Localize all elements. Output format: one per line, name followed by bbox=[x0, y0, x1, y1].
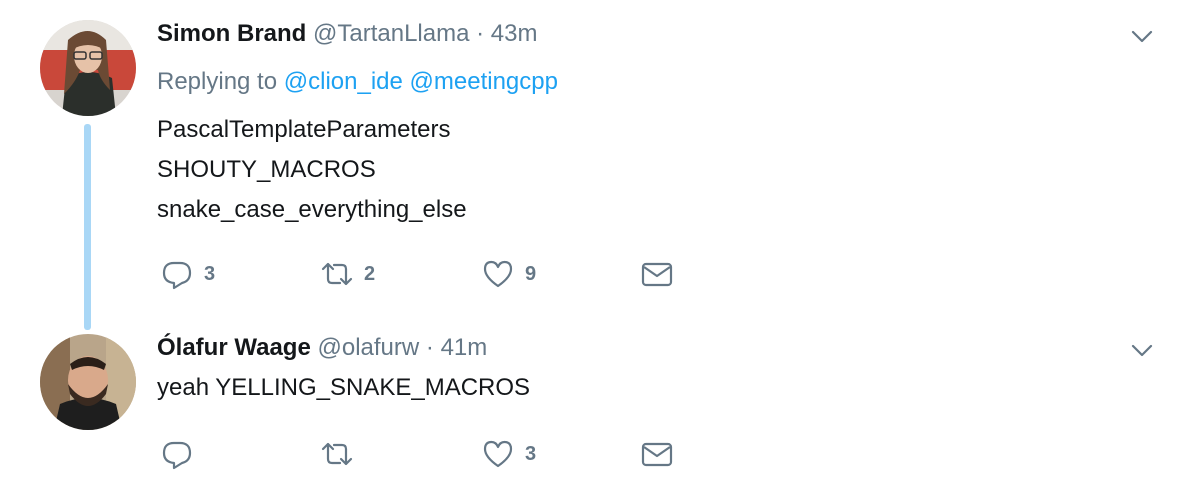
timestamp[interactable]: 43m bbox=[491, 20, 538, 47]
heart-icon bbox=[483, 440, 513, 468]
tweet-header: Simon Brand @TartanLlama · 43m bbox=[157, 18, 537, 50]
avatar[interactable] bbox=[40, 20, 136, 116]
separator: · bbox=[425, 334, 434, 361]
avatar[interactable] bbox=[40, 334, 136, 430]
like-button[interactable]: 9 bbox=[481, 256, 536, 292]
envelope-icon bbox=[641, 262, 673, 287]
retweet-count: 2 bbox=[364, 263, 376, 285]
like-count: 3 bbox=[525, 443, 537, 465]
reply-icon bbox=[162, 441, 192, 470]
direct-message-button[interactable] bbox=[640, 256, 674, 292]
chevron-down-icon[interactable] bbox=[1128, 22, 1156, 50]
username[interactable]: @olafurw bbox=[317, 334, 419, 361]
tweet-header: Ólafur Waage @olafurw · 41m bbox=[157, 332, 487, 364]
mention-link[interactable]: @clion_ide bbox=[284, 68, 403, 95]
avatar-image bbox=[40, 334, 136, 430]
display-name[interactable]: Simon Brand bbox=[157, 20, 306, 47]
tweet-text-line: yeah YELLING_SNAKE_MACROS bbox=[157, 374, 531, 401]
tweet: Simon Brand @TartanLlama · 43m Replying … bbox=[0, 0, 1204, 330]
heart-icon bbox=[483, 260, 513, 288]
tweet-text-line: snake_case_everything_else bbox=[157, 196, 467, 223]
thread-line bbox=[84, 124, 91, 330]
replying-prefix: Replying to bbox=[157, 68, 278, 95]
avatar-image bbox=[40, 20, 136, 116]
reply-count: 3 bbox=[204, 263, 216, 285]
like-count: 9 bbox=[525, 263, 537, 285]
reply-button[interactable]: 3 bbox=[160, 256, 215, 292]
timestamp[interactable]: 41m bbox=[441, 334, 488, 361]
reply-button[interactable] bbox=[160, 436, 204, 472]
replying-to: Replying to @clion_ide @meetingcpp bbox=[157, 66, 558, 98]
reply-icon bbox=[162, 261, 192, 290]
username[interactable]: @TartanLlama bbox=[313, 20, 469, 47]
separator: · bbox=[476, 20, 485, 47]
retweet-icon bbox=[321, 262, 353, 286]
like-button[interactable]: 3 bbox=[481, 436, 536, 472]
tweet-text-line: SHOUTY_MACROS bbox=[157, 156, 376, 183]
direct-message-button[interactable] bbox=[640, 436, 674, 472]
retweet-button[interactable] bbox=[320, 436, 364, 472]
retweet-button[interactable]: 2 bbox=[320, 256, 375, 292]
retweet-icon bbox=[321, 442, 353, 466]
envelope-icon bbox=[641, 442, 673, 467]
tweet-text-line: PascalTemplateParameters bbox=[157, 116, 451, 143]
tweet: Ólafur Waage @olafurw · 41m yeah YELLING… bbox=[0, 330, 1204, 486]
chevron-down-icon[interactable] bbox=[1128, 336, 1156, 364]
mention-link[interactable]: @meetingcpp bbox=[410, 68, 558, 95]
display-name[interactable]: Ólafur Waage bbox=[157, 334, 311, 361]
